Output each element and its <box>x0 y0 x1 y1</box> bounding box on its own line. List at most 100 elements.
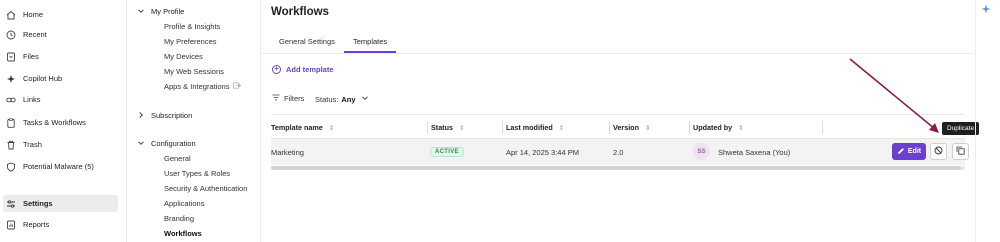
status-filter-dropdown[interactable]: Status: Any <box>315 94 369 104</box>
nav-home[interactable]: Home <box>3 6 118 23</box>
section-label: Configuration <box>151 138 196 148</box>
subitem-my-devices[interactable]: My Devices <box>164 51 203 62</box>
column-header-updated-by[interactable]: Updated by ⇕ <box>693 123 744 132</box>
column-divider[interactable] <box>427 121 428 134</box>
sort-icon: ⇕ <box>328 124 335 132</box>
nav-settings[interactable]: Settings <box>3 195 118 212</box>
page-title: Workflows <box>271 6 329 18</box>
chevron-right-icon <box>136 110 146 120</box>
section-label: My Profile <box>151 6 185 16</box>
column-label: Last modified <box>506 123 553 132</box>
settings-navigation: My Profile Profile & Insights My Prefere… <box>127 0 261 242</box>
filters-label: Filters <box>284 94 305 103</box>
tab-general-settings[interactable]: General Settings <box>279 37 335 53</box>
subitem-workflows[interactable]: Workflows <box>164 228 202 239</box>
column-header-template-name[interactable]: Template name ⇕ <box>271 123 334 132</box>
add-template-label: Add template <box>286 65 334 74</box>
trash-icon <box>6 140 16 150</box>
tab-templates[interactable]: Templates <box>344 37 397 53</box>
nav-label: Reports <box>23 220 50 229</box>
nav-label: Files <box>23 52 39 61</box>
disable-button[interactable] <box>930 143 947 160</box>
subitem-user-types-roles[interactable]: User Types & Roles <box>164 168 230 179</box>
file-icon <box>6 52 16 62</box>
section-my-profile[interactable]: My Profile <box>136 5 184 17</box>
status-badge: ACTIVE <box>430 147 464 157</box>
section-configuration[interactable]: Configuration <box>136 137 196 149</box>
nav-label: Potential Malware (5) <box>23 162 94 171</box>
edit-button[interactable]: Edit <box>892 143 926 160</box>
column-header-last-modified[interactable]: Last modified ⇕ <box>506 123 564 132</box>
subitem-my-web-sessions[interactable]: My Web Sessions <box>164 66 224 77</box>
ban-icon <box>934 146 943 157</box>
cell-updated-by: Shweta Saxena (You) <box>718 148 791 157</box>
annotation-arrow <box>849 58 939 133</box>
nav-label: Links <box>23 95 41 104</box>
nav-label: Copilot Hub <box>23 74 63 83</box>
pencil-icon <box>897 147 905 157</box>
report-icon <box>6 220 16 230</box>
nav-copilot-hub[interactable]: Copilot Hub <box>3 70 118 87</box>
copy-icon <box>956 146 965 157</box>
sliders-icon <box>6 199 16 209</box>
nav-label: Trash <box>23 140 42 149</box>
horizontal-scrollbar[interactable] <box>271 166 965 170</box>
add-template-button[interactable]: + Add template <box>272 65 334 74</box>
subitem-security-authentication[interactable]: Security & Authentication <box>164 183 247 194</box>
tab-divider <box>262 53 974 54</box>
sparkle-icon <box>6 74 16 84</box>
nav-label: Tasks & Workflows <box>23 118 86 127</box>
column-header-status[interactable]: Status ⇕ <box>431 123 464 132</box>
scrollbar-thumb[interactable] <box>271 166 961 170</box>
column-divider[interactable] <box>502 121 503 134</box>
status-filter-label: Status: <box>315 94 339 104</box>
plus-circle-icon: + <box>272 65 281 74</box>
subitem-apps-integrations[interactable]: Apps & Integrations <box>164 81 242 92</box>
column-label: Version <box>613 123 639 132</box>
column-label: Template name <box>271 123 323 132</box>
nav-label: Home <box>23 10 44 19</box>
subitem-profile-insights[interactable]: Profile & Insights <box>164 21 220 32</box>
column-label: Status <box>431 123 453 132</box>
cell-template-name: Marketing <box>271 148 304 157</box>
filter-icon <box>272 94 280 103</box>
nav-potential-malware[interactable]: Potential Malware (5) <box>3 158 118 175</box>
column-divider[interactable] <box>822 121 823 134</box>
column-label: Updated by <box>693 123 733 132</box>
nav-reports[interactable]: Reports <box>3 216 118 233</box>
section-label: Subscription <box>151 110 193 120</box>
nav-label: Recent <box>23 30 47 39</box>
status-filter-value: Any <box>341 94 356 104</box>
subitem-branding[interactable]: Branding <box>164 213 194 224</box>
section-subscription[interactable]: Subscription <box>136 109 192 121</box>
chevron-down-icon <box>136 138 146 148</box>
external-link-icon <box>233 82 242 91</box>
subitem-general[interactable]: General <box>164 153 191 164</box>
column-divider[interactable] <box>689 121 690 134</box>
clock-icon <box>6 30 16 40</box>
chevron-down-icon <box>361 94 369 104</box>
nav-tasks-workflows[interactable]: Tasks & Workflows <box>3 114 118 131</box>
avatar: SS <box>693 143 710 160</box>
nav-recent[interactable]: Recent <box>3 26 118 43</box>
sort-icon: ⇕ <box>558 124 565 132</box>
sparkle-icon[interactable] <box>981 4 991 17</box>
column-divider[interactable] <box>609 121 610 134</box>
nav-links[interactable]: Links <box>3 91 118 108</box>
home-icon <box>6 10 16 20</box>
filters-button[interactable]: Filters <box>272 94 304 103</box>
subitem-applications[interactable]: Applications <box>164 198 204 209</box>
edit-label: Edit <box>907 148 922 155</box>
cell-last-modified: Apr 14, 2025 3:44 PM <box>506 148 579 157</box>
left-navigation: Home Recent Files Copilot Hub Links Task… <box>0 0 127 242</box>
subitem-label: Apps & Integrations <box>164 82 230 91</box>
duplicate-button[interactable] <box>952 143 969 160</box>
column-header-version[interactable]: Version ⇕ <box>613 123 650 132</box>
subitem-my-preferences[interactable]: My Preferences <box>164 36 217 47</box>
nav-files[interactable]: Files <box>3 48 118 65</box>
clipboard-icon <box>6 117 16 128</box>
sort-icon: ⇕ <box>644 124 651 132</box>
cell-version: 2.0 <box>613 148 624 157</box>
nav-trash[interactable]: Trash <box>3 136 118 153</box>
link-icon <box>6 95 16 105</box>
